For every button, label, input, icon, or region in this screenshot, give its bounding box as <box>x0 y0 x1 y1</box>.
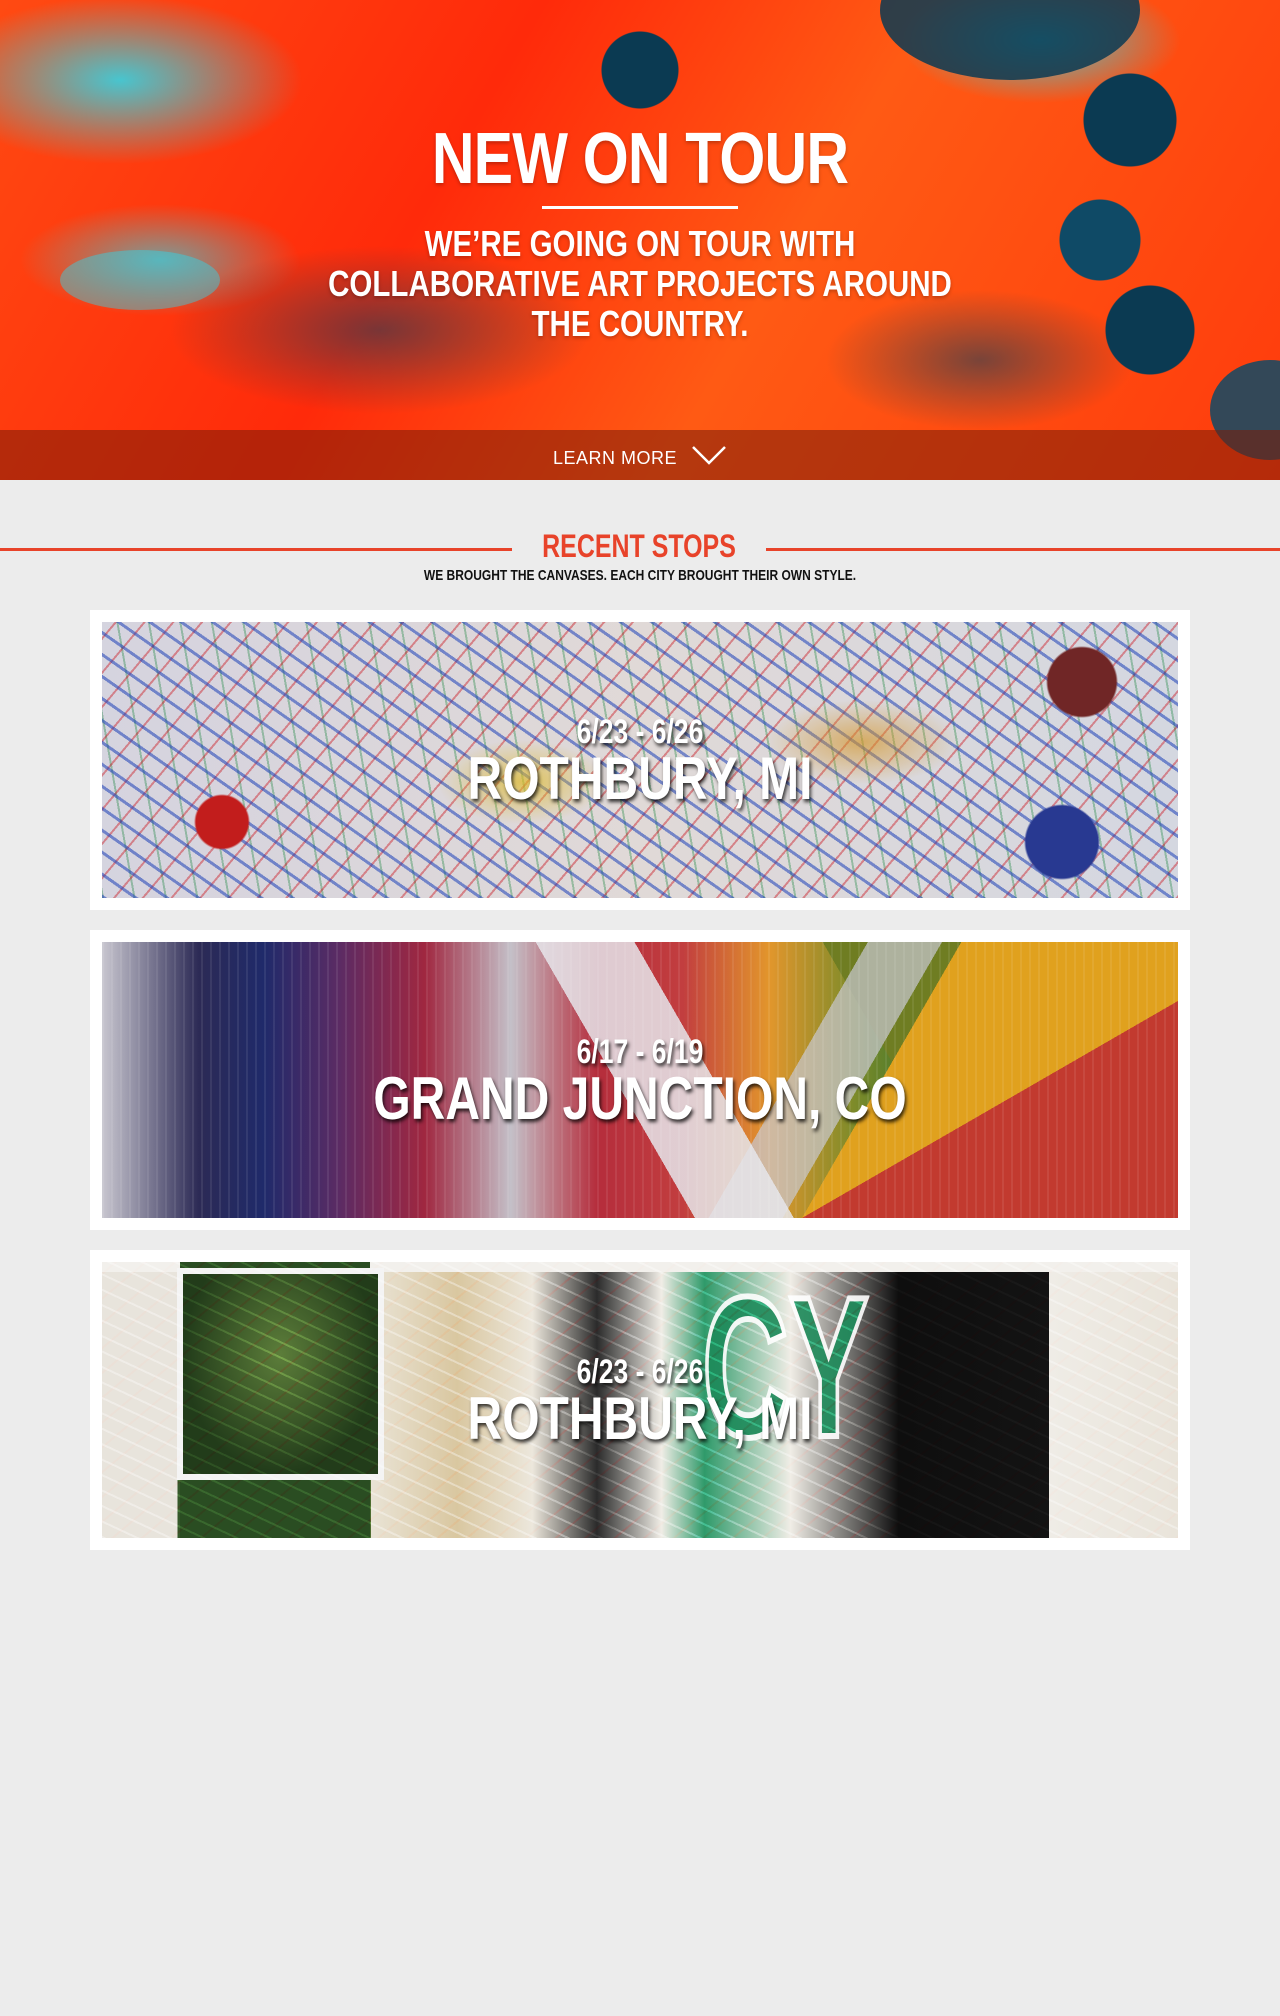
stop-card[interactable]: CY 6/23 - 6/26 ROTHBURY, MI <box>90 1250 1190 1550</box>
stop-image: CY 6/23 - 6/26 ROTHBURY, MI <box>102 1262 1178 1538</box>
stop-card[interactable]: 6/23 - 6/26 ROTHBURY, MI <box>90 610 1190 910</box>
divider-line <box>0 548 512 551</box>
section-title: RECENT STOPS <box>542 528 736 564</box>
hero-title: NEW ON TOUR <box>431 119 849 199</box>
learn-more-label: LEARN MORE <box>552 447 678 468</box>
hero-banner: NEW ON TOUR WE’RE GOING ON TOUR WITH COL… <box>0 0 1280 480</box>
divider-line <box>766 548 1280 551</box>
stop-card[interactable]: 6/17 - 6/19 GRAND JUNCTION, CO <box>90 930 1190 1230</box>
hero-subtitle: WE’RE GOING ON TOUR WITH COLLABORATIVE A… <box>328 223 952 344</box>
paint-splash <box>880 0 1140 80</box>
stop-image: 6/17 - 6/19 GRAND JUNCTION, CO <box>102 942 1178 1218</box>
stop-image: 6/23 - 6/26 ROTHBURY, MI <box>102 622 1178 898</box>
recent-stops-header: RECENT STOPS <box>0 528 1280 568</box>
paint-splash <box>60 250 220 310</box>
section-subtitle: WE BROUGHT THE CANVASES. EACH CITY BROUG… <box>423 567 857 584</box>
stop-city: GRAND JUNCTION, CO <box>373 1065 907 1132</box>
hero-divider <box>542 206 738 209</box>
stop-city: ROTHBURY, MI <box>467 745 813 812</box>
chevron-down-icon <box>692 446 726 465</box>
learn-more-button[interactable]: LEARN MORE <box>0 430 1280 480</box>
stop-city: ROTHBURY, MI <box>467 1385 813 1452</box>
